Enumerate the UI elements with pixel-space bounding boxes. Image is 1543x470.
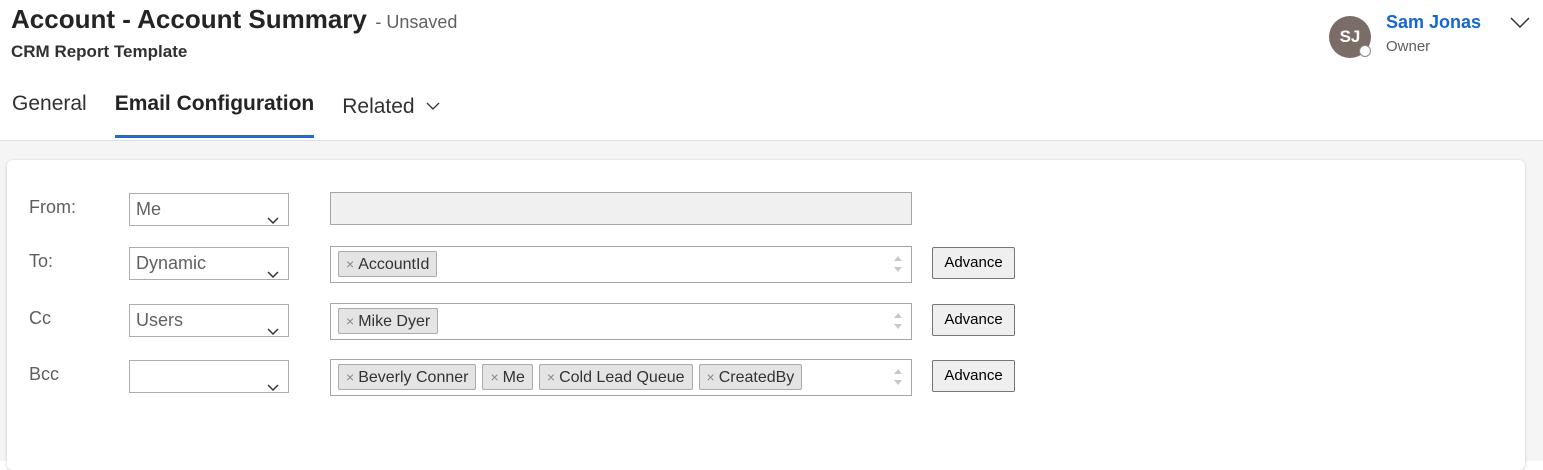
bcc-select[interactable] [129, 360, 289, 393]
spinner-arrows-icon[interactable] [891, 252, 905, 276]
tab-general-label: General [12, 92, 87, 115]
save-status: - Unsaved [375, 12, 458, 32]
recipient-tag-label: AccountId [358, 256, 430, 273]
recipient-tag: × Cold Lead Queue [538, 364, 693, 390]
recipient-tag-label: Mike Dyer [358, 313, 431, 330]
to-select[interactable]: Dynamic [129, 247, 289, 280]
header-expand-button[interactable] [1509, 16, 1531, 35]
tab-related-label: Related [342, 95, 415, 118]
record-header: Account - Account Summary - Unsaved CRM … [0, 0, 1543, 141]
spinner-arrows-icon[interactable] [891, 309, 905, 333]
bcc-label: Bcc [29, 364, 60, 384]
remove-tag-button[interactable]: × [346, 256, 354, 272]
title-row: Account - Account Summary - Unsaved [11, 4, 457, 35]
recipient-tag: × Mike Dyer [338, 308, 439, 334]
chevron-down-icon [267, 258, 279, 289]
owner-name-link[interactable]: Sam Jonas [1386, 12, 1481, 33]
remove-tag-button[interactable]: × [346, 313, 354, 329]
chevron-down-icon [426, 92, 440, 116]
cc-select-value: Users [136, 310, 184, 330]
from-label: From: [29, 197, 76, 217]
entity-subtitle: CRM Report Template [11, 42, 188, 61]
remove-tag-button[interactable]: × [707, 369, 715, 385]
remove-tag-button[interactable]: × [547, 369, 555, 385]
tab-general[interactable]: General [12, 92, 87, 138]
to-select-value: Dynamic [136, 253, 207, 273]
presence-offline-icon [1359, 45, 1371, 57]
owner-card: SJ Sam Jonas Owner [1329, 12, 1534, 64]
from-select-value: Me [136, 199, 162, 219]
from-input[interactable] [330, 192, 912, 225]
to-recipients-input[interactable]: × AccountId [330, 246, 912, 283]
recipient-tag: × Me [482, 364, 533, 390]
cc-label: Cc [29, 308, 51, 328]
from-select[interactable]: Me [129, 193, 289, 226]
cc-select[interactable]: Users [129, 304, 289, 337]
recipient-tag-label: Beverly Conner [358, 369, 469, 386]
recipient-tag-label: Me [502, 369, 525, 386]
recipient-tag-label: CreatedBy [718, 369, 795, 386]
recipient-tag: × CreatedBy [698, 364, 803, 390]
tab-email-configuration-label: Email Configuration [114, 92, 315, 115]
chevron-down-icon [267, 371, 279, 402]
recipient-tag-label: Cold Lead Queue [559, 369, 685, 386]
recipient-tag: × AccountId [338, 251, 438, 277]
cc-advance-button[interactable]: Advance [932, 304, 1015, 336]
recipient-tag: × Beverly Conner [338, 364, 477, 390]
bcc-recipients-input[interactable]: × Beverly Conner × Me × Cold Lead Queue × Creat… [330, 359, 912, 396]
to-label: To: [29, 251, 54, 271]
chevron-down-icon [267, 204, 279, 235]
tab-email-configuration[interactable]: Email Configuration [114, 92, 315, 138]
spinner-arrows-icon[interactable] [891, 365, 905, 389]
remove-tag-button[interactable]: × [490, 369, 498, 385]
cc-recipients-input[interactable]: × Mike Dyer [330, 303, 912, 340]
chevron-down-icon [267, 315, 279, 346]
bcc-advance-button[interactable]: Advance [932, 360, 1015, 392]
owner-role-label: Owner [1386, 38, 1431, 55]
to-advance-button[interactable]: Advance [932, 247, 1015, 279]
tab-related[interactable]: Related [342, 92, 440, 138]
chevron-down-icon [1509, 17, 1531, 34]
page-title: Account - Account Summary [11, 4, 367, 34]
tab-list: General Email Configuration Related [12, 92, 468, 138]
remove-tag-button[interactable]: × [346, 369, 354, 385]
